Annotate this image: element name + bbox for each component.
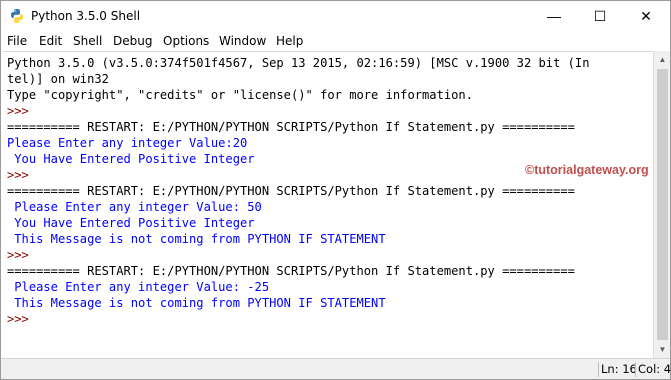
shell-line: This Message is not coming from PYTHON I… xyxy=(7,232,386,246)
maximize-button[interactable]: ☐ xyxy=(577,1,623,31)
shell-line: This Message is not coming from PYTHON I… xyxy=(7,296,386,310)
idle-shell-window: Python 3.5.0 Shell — ☐ ✕ File Edit Shell… xyxy=(0,0,671,380)
shell-prompt: >>> xyxy=(7,312,37,326)
menu-edit[interactable]: Edit xyxy=(39,34,62,48)
shell-line: ========== RESTART: E:/PYTHON/PYTHON SCR… xyxy=(7,184,575,198)
shell-line: Please Enter any integer Value: 50 xyxy=(7,200,262,214)
minimize-button[interactable]: — xyxy=(531,1,577,31)
scroll-down-icon[interactable]: ▼ xyxy=(654,341,671,358)
shell-prompt: >>> xyxy=(7,248,37,262)
shell-prompt: >>> xyxy=(7,168,37,182)
menu-shell[interactable]: Shell xyxy=(73,34,102,48)
close-button[interactable]: ✕ xyxy=(623,1,669,31)
close-icon: ✕ xyxy=(640,7,652,24)
shell-line: Type "copyright", "credits" or "license(… xyxy=(7,88,473,102)
status-bar: Ln: 16 Col: 4 xyxy=(1,358,671,379)
menu-help[interactable]: Help xyxy=(276,34,303,48)
shell-prompt: >>> xyxy=(7,104,37,118)
shell-text-area[interactable]: Python 3.5.0 (v3.5.0:374f501f4567, Sep 1… xyxy=(3,51,653,358)
title-bar[interactable]: Python 3.5.0 Shell — ☐ ✕ xyxy=(1,1,670,31)
menu-debug[interactable]: Debug xyxy=(113,34,152,48)
watermark: ©tutorialgateway.org xyxy=(525,163,649,177)
shell-line: tel)] on win32 xyxy=(7,72,109,86)
shell-line: Python 3.5.0 (v3.5.0:374f501f4567, Sep 1… xyxy=(7,56,590,70)
python-logo-icon xyxy=(11,9,23,23)
shell-line: You Have Entered Positive Integer xyxy=(7,216,255,230)
maximize-icon: ☐ xyxy=(593,7,607,24)
minimize-icon: — xyxy=(547,8,561,24)
status-column-number: Col: 4 xyxy=(635,362,671,377)
status-line-number: Ln: 16 xyxy=(598,362,639,377)
scroll-up-icon[interactable]: ▲ xyxy=(654,51,671,68)
menu-bar: File Edit Shell Debug Options Window Hel… xyxy=(1,31,670,51)
window-title: Python 3.5.0 Shell xyxy=(31,9,141,23)
shell-line: Please Enter any integer Value: -25 xyxy=(7,280,270,294)
menu-options[interactable]: Options xyxy=(163,34,209,48)
vertical-scrollbar[interactable]: ▲ ▼ xyxy=(653,51,670,358)
shell-output: Python 3.5.0 (v3.5.0:374f501f4567, Sep 1… xyxy=(7,55,589,327)
shell-line: ========== RESTART: E:/PYTHON/PYTHON SCR… xyxy=(7,264,575,278)
menu-file[interactable]: File xyxy=(7,34,27,48)
shell-line: You Have Entered Positive Integer xyxy=(7,152,255,166)
scroll-thumb[interactable] xyxy=(657,69,668,340)
shell-line: ========== RESTART: E:/PYTHON/PYTHON SCR… xyxy=(7,120,575,134)
menu-window[interactable]: Window xyxy=(219,34,266,48)
shell-line: Please Enter any integer Value:20 xyxy=(7,136,248,150)
